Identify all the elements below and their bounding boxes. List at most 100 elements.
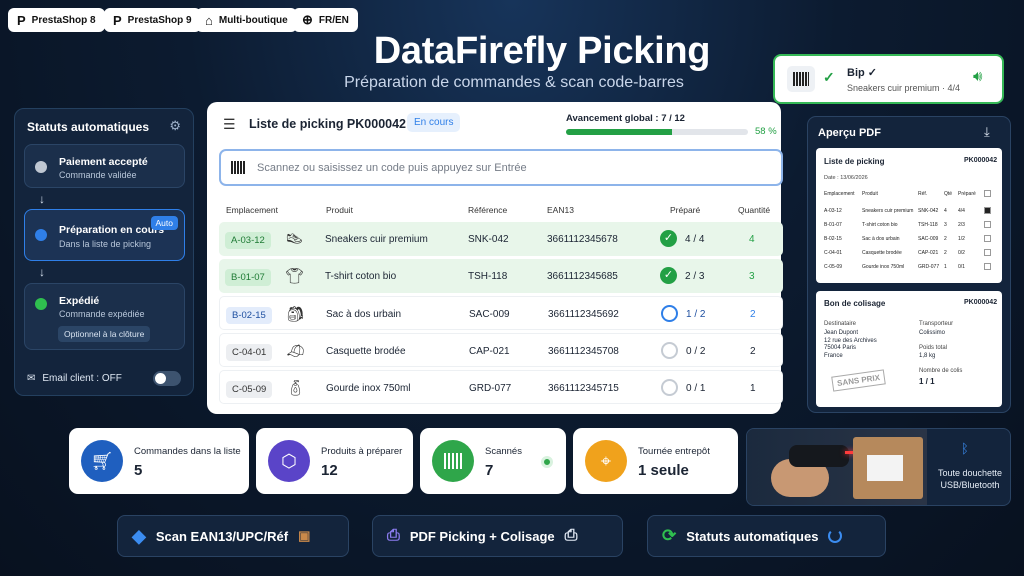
shipping-label	[867, 455, 903, 481]
progress-bar	[566, 129, 748, 135]
table-row[interactable]: B-02-15 🎒︎ Sac à dos urbain SAC-009 36611123…	[219, 296, 783, 330]
checkbox	[984, 263, 991, 270]
col-prepare: Préparé	[670, 205, 701, 215]
pdf-cell: Gourde inox 750ml	[862, 264, 905, 270]
stat-value: 7	[485, 462, 494, 479]
pdf-cell: Sneakers cuir premium	[862, 208, 914, 214]
gear-icon[interactable]: ⚙	[169, 118, 181, 134]
feature-scan: ◆ Scan EAN13/UPC/Réf ▣	[117, 515, 349, 557]
package-icon: ▣	[298, 528, 311, 543]
product-ean: 3661112345685	[547, 271, 618, 282]
product-ref: CAP-021	[469, 346, 510, 357]
step-preparation[interactable]: Préparation en cours Dans la liste de pi…	[24, 209, 185, 261]
circle-icon[interactable]	[661, 342, 678, 359]
pdf-cell: CAP-021	[918, 250, 939, 256]
badge-prestashop-9: P PrestaShop 9	[104, 8, 201, 32]
step-title: Paiement accepté	[59, 156, 148, 168]
circle-icon[interactable]	[661, 379, 678, 396]
scanner-label: Toute douchette USB/Bluetooth	[937, 468, 1003, 490]
doc-id: PK000042	[964, 299, 998, 306]
feature-pdf: ⎙ PDF Picking + Colisage ⎙	[372, 515, 623, 557]
spinner-icon	[828, 529, 843, 543]
table-row[interactable]: C-04-01 🧢︎ Casquette brodée CAP-021 36611123…	[219, 333, 783, 367]
pdf-cell: C-04-01	[824, 250, 843, 256]
pdf-cell: 2	[944, 250, 947, 256]
check-circle-icon[interactable]: ✓	[660, 267, 677, 284]
table-row[interactable]: C-05-09 🧴︎ Gourde inox 750ml GRD-077 3661112…	[219, 370, 783, 404]
trans-label: Transporteur	[919, 321, 954, 327]
pdf-col-header: Réf.	[918, 191, 928, 197]
product-thumbnail: 👕︎	[285, 268, 305, 285]
store-icon: ⌂	[205, 12, 213, 28]
list-icon: ☰	[223, 116, 236, 132]
dest-label: Destinataire	[824, 321, 857, 327]
pdf-cell: Sac à dos urbain	[862, 236, 900, 242]
globe-icon: ⊕	[302, 12, 313, 27]
pdf-col-header: Préparé	[958, 191, 976, 197]
stat-label: Produits à préparer	[321, 446, 403, 457]
step-expedie[interactable]: Expédié Commande expédiée Optionnel à la…	[24, 283, 185, 350]
dest-address: Jean Dupont 12 rue des Archives 75004 Pari…	[824, 330, 877, 359]
product-ref: SNK-042	[468, 234, 509, 245]
checkbox	[984, 190, 991, 197]
prepared-count: 0 / 2	[686, 346, 706, 357]
live-dot-icon	[541, 456, 553, 468]
stat-produits: ⬡ Produits à préparer 12	[256, 428, 413, 494]
option-tag: Optionnel à la clôture	[58, 326, 151, 342]
prepared-count: 1 / 2	[686, 309, 706, 320]
picking-title: Liste de picking PK000042	[249, 117, 407, 131]
pdf-cell: 4/4	[958, 208, 965, 214]
badge-prestashop-8: P PrestaShop 8	[8, 8, 105, 32]
progress-fill	[566, 129, 672, 135]
download-icon[interactable]: ⤓	[984, 124, 990, 140]
pdf-cell: T-shirt coton bio	[862, 222, 898, 228]
col-ean13: EAN13	[547, 205, 574, 215]
pdf-cell: GRD-077	[918, 264, 940, 270]
badge-label: FR/EN	[318, 14, 349, 26]
email-toggle[interactable]	[153, 371, 181, 386]
badge-language: ⊕ FR/EN	[293, 8, 358, 32]
statuts-panel: Statuts automatiques ⚙ Paiement accepté …	[14, 108, 194, 396]
pdf-cell: 0/2	[958, 250, 965, 256]
pdf-col-header: Emplacement	[824, 191, 855, 197]
stat-tournee: ⌖ Tournée entrepôt 1 seule	[573, 428, 738, 494]
checkbox	[984, 221, 991, 228]
pdf-cell: 2	[944, 236, 947, 242]
pdf-cell: 0/1	[958, 264, 965, 270]
arrow-down-icon: ↓	[39, 265, 45, 279]
stat-scannes: Scannés 7	[420, 428, 566, 494]
feature-label: Scan EAN13/UPC/Réf	[155, 528, 289, 544]
location-badge: B-02-15	[226, 307, 272, 324]
sync-icon: ⟳	[662, 526, 677, 545]
pdf-preview-panel: Aperçu PDF ⤓ Liste de picking PK000042 D…	[807, 116, 1011, 413]
scan-input[interactable]	[257, 158, 757, 178]
quantity: 2	[750, 346, 756, 357]
parcel-box	[853, 437, 923, 499]
table-row[interactable]: B-01-07 👕︎ T-shirt coton bio TSH-118 3661112…	[219, 259, 783, 293]
pdf-cell: 1	[944, 264, 947, 270]
product-ean: 3661112345692	[548, 309, 619, 320]
pdf-cell: B-01-07	[824, 222, 842, 228]
product-ean: 3661112345715	[548, 383, 619, 394]
prepared-count: 4 / 4	[685, 234, 705, 245]
cube-icon: ◆	[132, 525, 146, 546]
cart-icon: 🛒︎	[81, 440, 123, 482]
badge-label: Multi-boutique	[218, 14, 288, 26]
table-row[interactable]: A-03-12 👟︎ Sneakers cuir premium SNK-042 366…	[219, 222, 783, 256]
progress-label: Avancement global : 7 / 12	[566, 113, 685, 124]
product-ref: TSH-118	[468, 271, 508, 282]
barcode-icon	[231, 161, 245, 174]
col-quantite: Quantité	[738, 205, 771, 215]
circle-icon[interactable]	[661, 305, 678, 322]
product-name: T-shirt coton bio	[325, 271, 397, 282]
barcode-icon	[787, 66, 815, 92]
feature-label: PDF Picking + Colisage	[409, 528, 555, 544]
sans-prix-stamp: SANS PRIX	[831, 369, 886, 392]
prestashop-icon: P	[17, 12, 26, 28]
step-paiement[interactable]: Paiement accepté Commande validée	[24, 144, 185, 188]
pdf-title: Aperçu PDF	[818, 127, 881, 139]
mail-icon: ✉	[27, 373, 36, 384]
scan-box	[219, 149, 783, 186]
pdf-cell: B-02-15	[824, 236, 842, 242]
check-circle-icon[interactable]: ✓	[660, 230, 677, 247]
